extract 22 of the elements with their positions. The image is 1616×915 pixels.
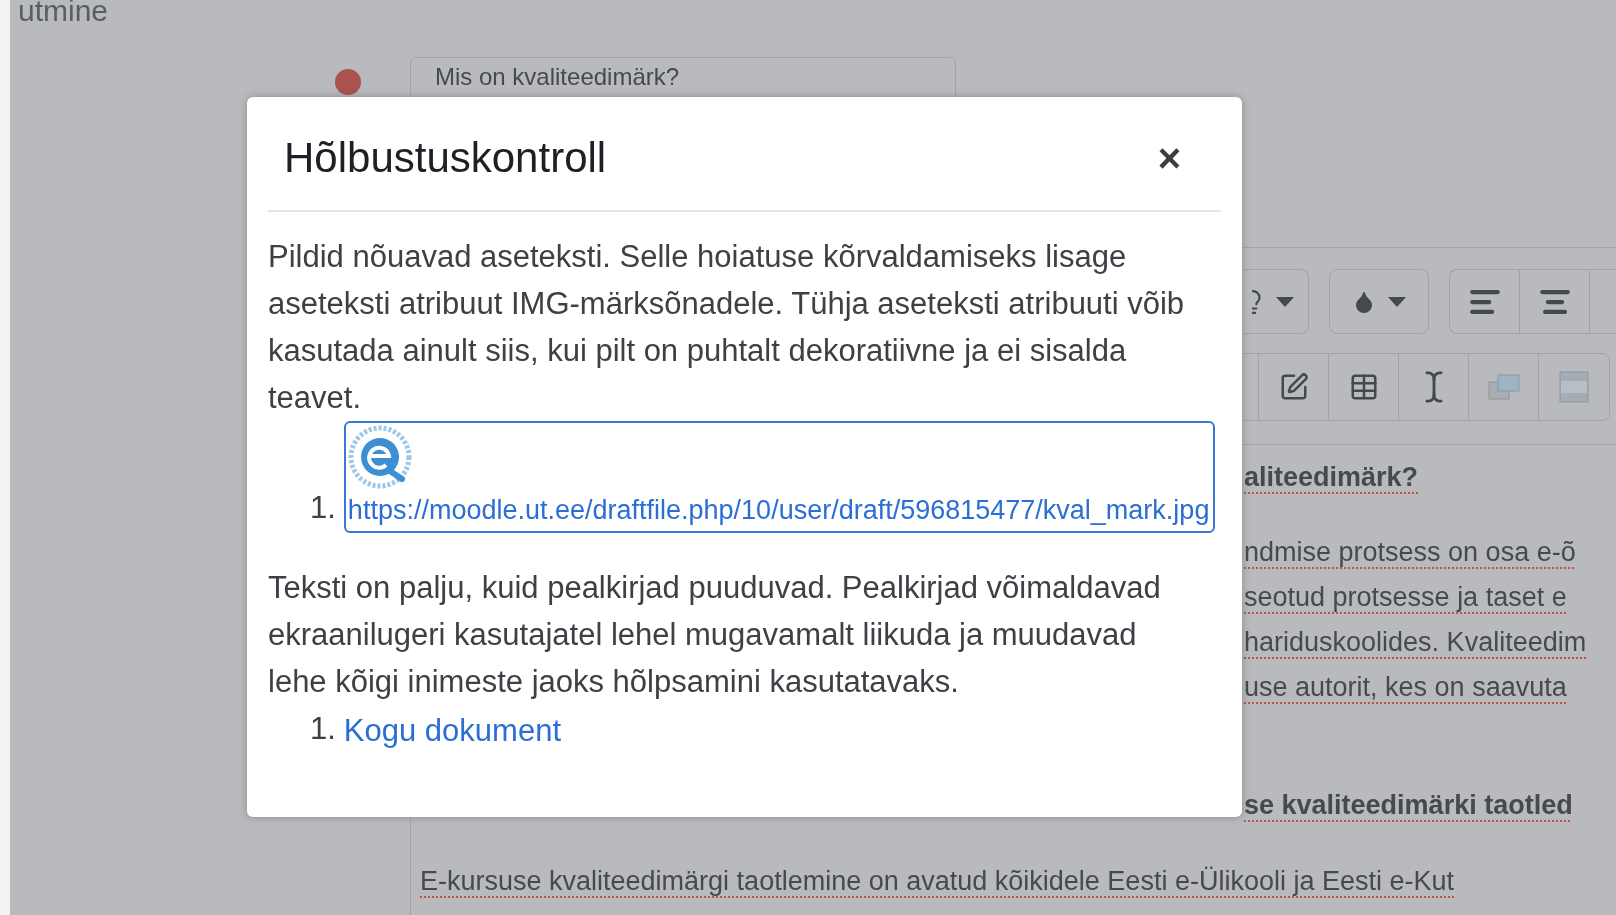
panel-icon <box>1559 371 1589 403</box>
editor-text: E-kursuse kvaliteedimärgi taotlemine on avatud kõikidele Eesti e-Ülikooli ja Eesti e-Kut <box>419 865 1455 898</box>
dialog-title: Hõlbustuskontroll <box>283 133 607 183</box>
image-link[interactable]: https://moodle.ut.ee/draftfile.php/10/user/draft/596815477/kval_mark.jpg <box>343 421 1216 533</box>
editor-text: ndmise protsess on osa e-õ <box>1244 536 1577 569</box>
editor-text: hariduskoolides. Kvaliteedim <box>1244 626 1587 659</box>
editor-text: seotud protsesse ja taset e <box>1244 581 1568 614</box>
document-link[interactable]: Kogu dokument <box>343 707 561 754</box>
caret-down-icon <box>1388 296 1406 307</box>
close-button[interactable]: × <box>1157 138 1181 178</box>
color-button[interactable] <box>1329 269 1429 334</box>
editor-text: use autorit, kes on saavuta <box>1244 671 1568 704</box>
list-number: 1. <box>310 710 337 748</box>
caret-down-icon <box>1276 296 1294 307</box>
editor-heading: se kvaliteedimärki taotled <box>1244 789 1574 822</box>
warning-text: Pildid nõuavad aseteksti. Selle hoiatuse kõrvaldamiseks lisage aseteksti atribuut IMG-märksõnadele. Tühja aseteksti atribuuti võib kasutada ainult siis, kui pilt on puhtalt dekoratiivne ja ei sisalda teavet. <box>268 238 1186 417</box>
page-heading: utmine <box>17 0 110 22</box>
editor-heading: aliteedimärk? <box>1244 461 1420 494</box>
windows-icon <box>1487 373 1520 401</box>
list-number: 1. <box>310 489 337 527</box>
toolbar-button[interactable] <box>1244 269 1309 334</box>
warning-text: Teksti on palju, kuid pealkirjad puuduvad. Pealkirjad võimaldavad ekraanilugeri kasutajatel lehel mugavamalt liikuda ja muudavad lehe kõigi inimeste jaoks hõlpsamini kasutatavaks. <box>268 569 1162 701</box>
